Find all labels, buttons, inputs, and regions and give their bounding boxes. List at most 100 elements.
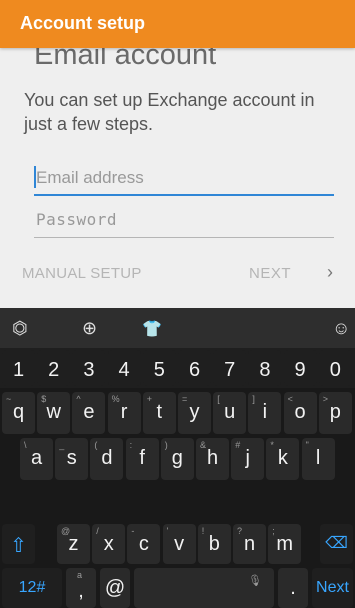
key-p-label: p [329, 401, 341, 423]
key-1[interactable]: 1 [2, 350, 35, 386]
key-t[interactable]: + t [142, 392, 176, 434]
key-x-label: x [103, 533, 114, 555]
key-s-label: s [66, 447, 77, 469]
page-heading: Email account [34, 48, 217, 71]
key-w[interactable]: $ w [37, 392, 71, 434]
key-h[interactable]: & h [196, 438, 229, 480]
key-s[interactable]: _ s [55, 438, 89, 480]
key-5[interactable]: 5 [142, 350, 176, 386]
at-label: @ [104, 577, 126, 599]
key-y[interactable]: = y [178, 392, 211, 434]
app-title: Account setup [20, 13, 146, 33]
emoji-icon[interactable]: ☺ [332, 318, 350, 339]
symbols-key[interactable]: 12# [2, 568, 62, 608]
period-label: . [290, 577, 296, 599]
key-2-label: 2 [48, 359, 60, 381]
key-g[interactable]: ) g [160, 438, 194, 480]
key-4-label: 4 [118, 359, 130, 381]
password-field[interactable]: Password [34, 204, 334, 238]
keyboard-keys: ⇧ ⌫ 12# a , @ 🎙 . Next 1 2 3 4 5 6 7 8 9 0 ~ q $ w ^ e%… [0, 348, 355, 608]
key-u[interactable]: [u [213, 392, 247, 434]
key-n-label: n [243, 533, 256, 555]
setup-description: You can set up Exchange account in just … [24, 90, 315, 134]
key-a[interactable]: \ a [20, 438, 53, 480]
backspace-icon: ⌫ [325, 535, 348, 552]
key-g-label: g [171, 447, 183, 469]
action-bar: MANUAL SETUP NEXT › [0, 252, 355, 296]
key-i[interactable]: ] i [248, 392, 282, 434]
theme-icon[interactable]: 👕 [142, 319, 162, 339]
email-placeholder: Email address [36, 168, 144, 187]
key-q[interactable]: ~ q [2, 392, 35, 434]
key-p[interactable]: > p [318, 392, 352, 434]
key-r-label: r [120, 401, 128, 423]
next-key-label: Next [316, 579, 349, 596]
key-o-label: o [294, 401, 306, 423]
setup-content: Email account You can set up Exchange ac… [0, 48, 355, 308]
key-2[interactable]: 2 [37, 350, 71, 386]
key-9-label: 9 [294, 359, 306, 381]
shift-key[interactable]: ⇧ [2, 524, 35, 564]
key-l[interactable]: " l [301, 438, 335, 480]
key-e[interactable]: ^ e [72, 392, 106, 434]
key-z-label: z [68, 533, 79, 555]
password-underline [34, 237, 334, 238]
key-j[interactable]: # j [231, 438, 265, 480]
period-key[interactable]: . [278, 568, 308, 608]
key-l-label: l [315, 447, 321, 469]
key-x[interactable]: / x [92, 524, 126, 564]
key-w-label: w [46, 401, 61, 423]
key-q-label: q [12, 401, 25, 423]
key-5-label: 5 [153, 359, 165, 381]
next-key[interactable]: Next [312, 568, 353, 608]
email-field[interactable]: Email address [34, 162, 334, 196]
email-underline [34, 194, 334, 196]
key-d[interactable]: (d [90, 438, 124, 480]
comma-key[interactable]: a , [66, 568, 96, 608]
key-8[interactable]: 8 [248, 350, 282, 386]
key-k-label: k [277, 447, 288, 469]
keyboard-toolbar: ⏣ ⊕ 👕 ☺ [0, 308, 355, 348]
key-y-label: y [189, 401, 200, 423]
key-n[interactable]: ? n [233, 524, 266, 564]
key-b[interactable]: ! b [197, 524, 231, 564]
next-button[interactable]: NEXT [249, 265, 291, 282]
key-z[interactable]: @ z [57, 524, 90, 564]
key-h-label: h [206, 447, 219, 469]
key-t-label: t [156, 401, 163, 423]
shift-icon: ⇧ [10, 535, 27, 557]
chevron-right-icon[interactable]: › [327, 262, 333, 283]
key-1-label: 1 [12, 359, 25, 381]
swype-icon[interactable]: ⏣ [12, 318, 28, 339]
backspace-key[interactable]: ⌫ [320, 524, 353, 564]
space-key[interactable]: 🎙 [134, 568, 274, 608]
mic-icon: 🎙 [248, 575, 262, 587]
key-0[interactable]: 0 [318, 350, 352, 386]
key-u-label: u [224, 401, 236, 423]
key-f[interactable]: :f [125, 438, 159, 480]
key-j-label: j [245, 447, 250, 469]
key-7[interactable]: 7 [213, 350, 247, 386]
key-i-label: i [262, 401, 268, 423]
comma-sub: a [77, 570, 83, 580]
key-8-label: 8 [259, 359, 271, 381]
at-key[interactable]: @ [100, 568, 130, 608]
key-3[interactable]: 3 [72, 350, 106, 386]
key-m[interactable]: ; m [268, 524, 302, 564]
key-6[interactable]: 6 [178, 350, 211, 386]
symbols-label: 12# [18, 579, 46, 596]
manual-setup-button[interactable]: MANUAL SETUP [22, 265, 142, 282]
key-r[interactable]: % r [107, 392, 141, 434]
key-o[interactable]: < o [283, 392, 317, 434]
key-7-label: 7 [224, 359, 236, 381]
key-c[interactable]: -c [127, 524, 161, 564]
key-6-label: 6 [188, 359, 201, 381]
keyboard: ⏣ ⊕ 👕 ☺ ⇧ ⌫ 12# a , @ 🎙 . Next 1 2 3 4 5… [0, 308, 355, 608]
key-f-label: f [139, 447, 145, 469]
globe-icon[interactable]: ⊕ [82, 318, 97, 339]
key-9[interactable]: 9 [283, 350, 317, 386]
key-v[interactable]: ' v [162, 524, 196, 564]
key-k[interactable]: * k [266, 438, 300, 480]
key-4[interactable]: 4 [107, 350, 141, 386]
app-bar: Account setup [0, 0, 355, 48]
